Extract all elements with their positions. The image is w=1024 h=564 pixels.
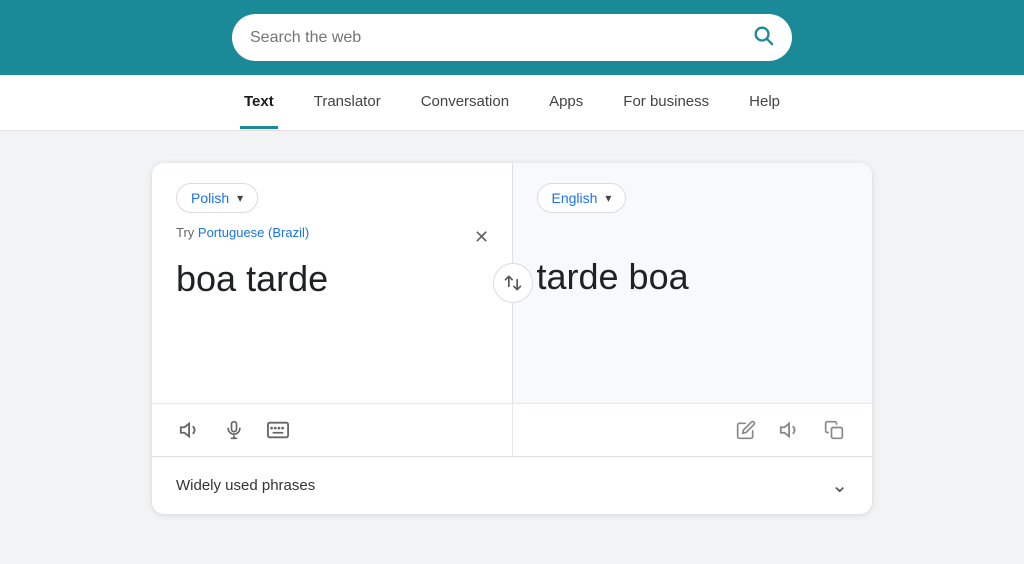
source-lang-chevron-icon: ▾ — [237, 191, 243, 205]
target-panel: English ▾ tarde boa — [513, 163, 873, 403]
target-lang-selector[interactable]: English ▾ — [537, 183, 627, 213]
target-lang-chevron-icon: ▾ — [605, 191, 611, 205]
source-mic-button[interactable] — [220, 416, 248, 444]
nav-item-conversation[interactable]: Conversation — [417, 77, 513, 129]
nav-item-text[interactable]: Text — [240, 77, 278, 129]
nav-item-translator[interactable]: Translator — [310, 77, 385, 129]
phrases-chevron-icon: ⌄ — [831, 473, 848, 498]
search-icon[interactable] — [752, 24, 774, 51]
target-actions — [513, 404, 873, 456]
suggestion-link[interactable]: Portuguese (Brazil) — [198, 225, 309, 240]
nav-item-help[interactable]: Help — [745, 77, 784, 129]
main-content: Polish ▾ Try Portuguese (Brazil) boa tar… — [0, 131, 1024, 546]
nav: Text Translator Conversation Apps For bu… — [0, 75, 1024, 131]
header — [0, 0, 1024, 75]
clear-button[interactable]: ✕ — [468, 223, 496, 251]
search-input[interactable] — [250, 29, 742, 47]
nav-item-apps[interactable]: Apps — [545, 77, 587, 129]
source-actions — [152, 404, 513, 456]
source-panel: Polish ▾ Try Portuguese (Brazil) boa tar… — [152, 163, 513, 403]
nav-item-for-business[interactable]: For business — [619, 77, 713, 129]
target-copy-button[interactable] — [820, 416, 848, 444]
source-lang-label: Polish — [191, 190, 229, 206]
source-keyboard-button[interactable] — [264, 416, 292, 444]
widely-used-phrases-section[interactable]: Widely used phrases ⌄ — [152, 456, 872, 514]
target-edit-button[interactable] — [732, 416, 760, 444]
source-listen-button[interactable] — [176, 416, 204, 444]
actions-row — [152, 403, 872, 456]
suggestion-text: Try Portuguese (Brazil) — [176, 225, 488, 240]
translator-card: Polish ▾ Try Portuguese (Brazil) boa tar… — [152, 163, 872, 514]
translation-panels: Polish ▾ Try Portuguese (Brazil) boa tar… — [152, 163, 872, 403]
search-bar — [232, 14, 792, 61]
target-listen-button[interactable] — [776, 416, 804, 444]
target-lang-label: English — [552, 190, 598, 206]
source-lang-selector[interactable]: Polish ▾ — [176, 183, 258, 213]
phrases-label: Widely used phrases — [176, 477, 315, 494]
swap-languages-button[interactable] — [493, 263, 533, 303]
source-text: boa tarde — [176, 256, 488, 303]
target-text: tarde boa — [537, 254, 849, 301]
